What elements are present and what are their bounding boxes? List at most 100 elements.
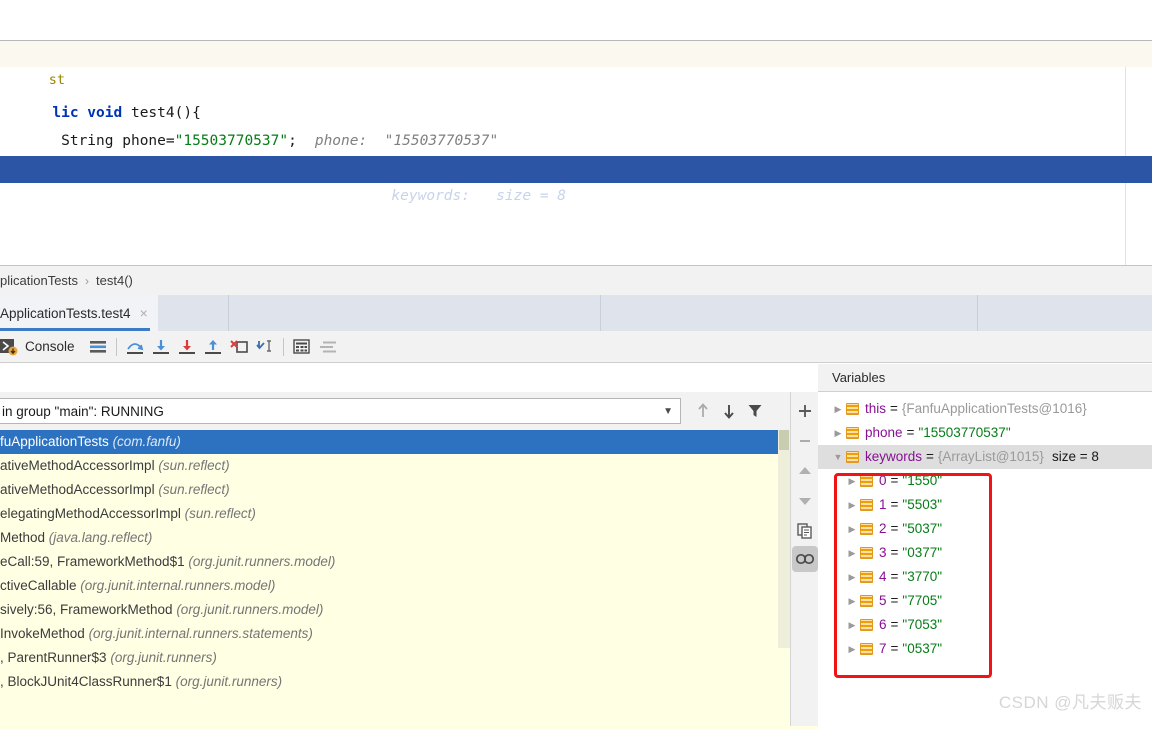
chevron-right-icon[interactable]: ▶ [844, 565, 860, 589]
variables-title: Variables [832, 370, 885, 385]
thread-selector[interactable]: in group "main": RUNNING ▼ [0, 398, 681, 424]
tab-application-tests-test4[interactable]: ApplicationTests.test4 × [0, 295, 158, 331]
remove-watch-icon[interactable] [792, 426, 818, 456]
frame-package: (com.fanfu) [113, 434, 181, 449]
filter-icon[interactable] [742, 398, 768, 424]
console-tab[interactable]: Console [0, 338, 85, 356]
array-item-row[interactable]: ▶4="3770" [818, 565, 1152, 589]
chevron-right-icon[interactable]: ▶ [844, 637, 860, 661]
array-value: "0377" [902, 541, 942, 565]
array-equals: = [891, 517, 899, 541]
array-item-row[interactable]: ▶7="0537" [818, 637, 1152, 661]
run-config-tab-bar[interactable]: ApplicationTests.test4 × [0, 295, 1152, 331]
variables-list[interactable]: ▶this={FanfuApplicationTests@1016}▶phone… [818, 392, 1152, 729]
array-item-row[interactable]: ▶2="5037" [818, 517, 1152, 541]
frame-package: (org.junit.runners.model) [188, 554, 335, 569]
breadcrumb[interactable]: plicationTests › test4() [0, 265, 1152, 295]
variable-equals: = [890, 397, 898, 421]
frame-name: ctiveCallable [0, 578, 80, 593]
frame-row[interactable]: , BlockJUnit4ClassRunner$1 (org.junit.ru… [0, 670, 778, 694]
chevron-right-icon[interactable]: ▶ [830, 397, 846, 421]
thread-selector-value: in group "main": RUNNING [2, 404, 164, 419]
watches-glasses-icon[interactable] [792, 546, 818, 572]
step-into-icon[interactable] [148, 334, 174, 360]
variable-field-icon [860, 643, 873, 655]
variable-row[interactable]: ▶this={FanfuApplicationTests@1016} [818, 397, 1152, 421]
array-value: "1550" [902, 469, 942, 493]
evaluate-expression-icon[interactable] [289, 334, 315, 360]
tab-label: ApplicationTests.test4 [0, 306, 131, 321]
frames-scrollbar-thumb[interactable] [779, 430, 789, 450]
toolbar-separator-1 [116, 338, 117, 356]
array-item-row[interactable]: ▶6="7053" [818, 613, 1152, 637]
frame-row[interactable]: sively:56, FrameworkMethod (org.junit.ru… [0, 598, 778, 622]
move-up-icon[interactable] [792, 456, 818, 486]
code-editor[interactable]: st lic void test4(){ String phone="15503… [0, 0, 1152, 265]
console-toolbar[interactable]: Console [0, 331, 1152, 363]
move-down-icon[interactable] [792, 486, 818, 516]
add-watch-icon[interactable] [792, 396, 818, 426]
copy-icon[interactable] [792, 516, 818, 546]
array-item-row[interactable]: ▶5="7705" [818, 589, 1152, 613]
tab-divider-2 [600, 295, 601, 331]
hamburger-menu-icon[interactable] [85, 334, 111, 360]
frame-row[interactable]: ativeMethodAccessorImpl (sun.reflect) [0, 478, 778, 502]
frame-row[interactable]: elegatingMethodAccessorImpl (sun.reflect… [0, 502, 778, 526]
array-equals: = [891, 613, 899, 637]
step-over-icon[interactable] [122, 334, 148, 360]
chevron-right-icon[interactable]: ▶ [844, 541, 860, 565]
frames-list[interactable]: fuApplicationTests (com.fanfu)ativeMetho… [0, 430, 778, 729]
frame-name: ativeMethodAccessorImpl [0, 458, 158, 473]
frame-name: eCall:59, FrameworkMethod$1 [0, 554, 188, 569]
frame-row[interactable]: ctiveCallable (org.junit.internal.runner… [0, 574, 778, 598]
chevron-right-icon[interactable]: ▶ [844, 517, 860, 541]
array-index: 6 [879, 613, 887, 637]
frame-row[interactable]: Method (java.lang.reflect) [0, 526, 778, 550]
frame-row[interactable]: , ParentRunner$3 (org.junit.runners) [0, 646, 778, 670]
arrow-down-icon[interactable] [716, 398, 742, 424]
array-equals: = [891, 589, 899, 613]
run-to-cursor-icon[interactable] [252, 334, 278, 360]
frame-row[interactable]: ativeMethodAccessorImpl (sun.reflect) [0, 454, 778, 478]
frames-toolbar[interactable]: in group "main": RUNNING ▼ [0, 392, 790, 430]
variable-name: keywords [865, 445, 922, 469]
variables-mini-toolbar[interactable] [790, 392, 818, 729]
variables-header: Variables [818, 364, 1152, 392]
frame-package: (sun.reflect) [158, 458, 229, 473]
drop-frame-icon[interactable] [226, 334, 252, 360]
array-index: 0 [879, 469, 887, 493]
code-line-1: lic void test4(){ [0, 74, 1152, 100]
close-icon[interactable]: × [140, 306, 148, 320]
chevron-right-icon[interactable]: ▶ [844, 469, 860, 493]
run-console-icon [0, 338, 18, 356]
variable-row[interactable]: ▼keywords={ArrayList@1015}size = 8 [818, 445, 1152, 469]
code-line-2: String phone="15503770537";phone: "15503… [0, 102, 1152, 128]
array-index: 1 [879, 493, 887, 517]
array-item-row[interactable]: ▶0="1550" [818, 469, 1152, 493]
array-index: 3 [879, 541, 887, 565]
chevron-down-icon[interactable]: ▼ [830, 445, 846, 469]
frames-scrollbar-track[interactable] [778, 430, 790, 648]
chevron-right-icon[interactable]: ▶ [830, 421, 846, 445]
frame-row[interactable]: eCall:59, FrameworkMethod$1 (org.junit.r… [0, 550, 778, 574]
variable-row[interactable]: ▶phone="15503770537" [818, 421, 1152, 445]
variable-field-icon [846, 451, 859, 463]
chevron-right-icon[interactable]: ▶ [844, 589, 860, 613]
chevron-right-icon[interactable]: ▶ [844, 613, 860, 637]
array-item-row[interactable]: ▶1="5503" [818, 493, 1152, 517]
frame-package: (org.junit.runners) [176, 674, 283, 689]
chevron-right-icon[interactable]: ▶ [844, 493, 860, 517]
force-step-into-icon[interactable] [174, 334, 200, 360]
frame-row[interactable]: fuApplicationTests (com.fanfu) [0, 430, 778, 454]
variable-object-ref: {ArrayList@1015} [938, 445, 1044, 469]
println-call: .println(keywords.size()); [148, 188, 375, 204]
arrow-up-icon[interactable] [690, 398, 716, 424]
settings-lines-icon[interactable] [315, 334, 341, 360]
breadcrumb-method[interactable]: test4() [96, 273, 133, 288]
variable-field-icon [860, 547, 873, 559]
breadcrumb-class[interactable]: plicationTests [0, 273, 78, 288]
step-out-icon[interactable] [200, 334, 226, 360]
chevron-down-icon[interactable]: ▼ [663, 406, 673, 417]
array-item-row[interactable]: ▶3="0377" [818, 541, 1152, 565]
frame-row[interactable]: InvokeMethod (org.junit.internal.runners… [0, 622, 778, 646]
